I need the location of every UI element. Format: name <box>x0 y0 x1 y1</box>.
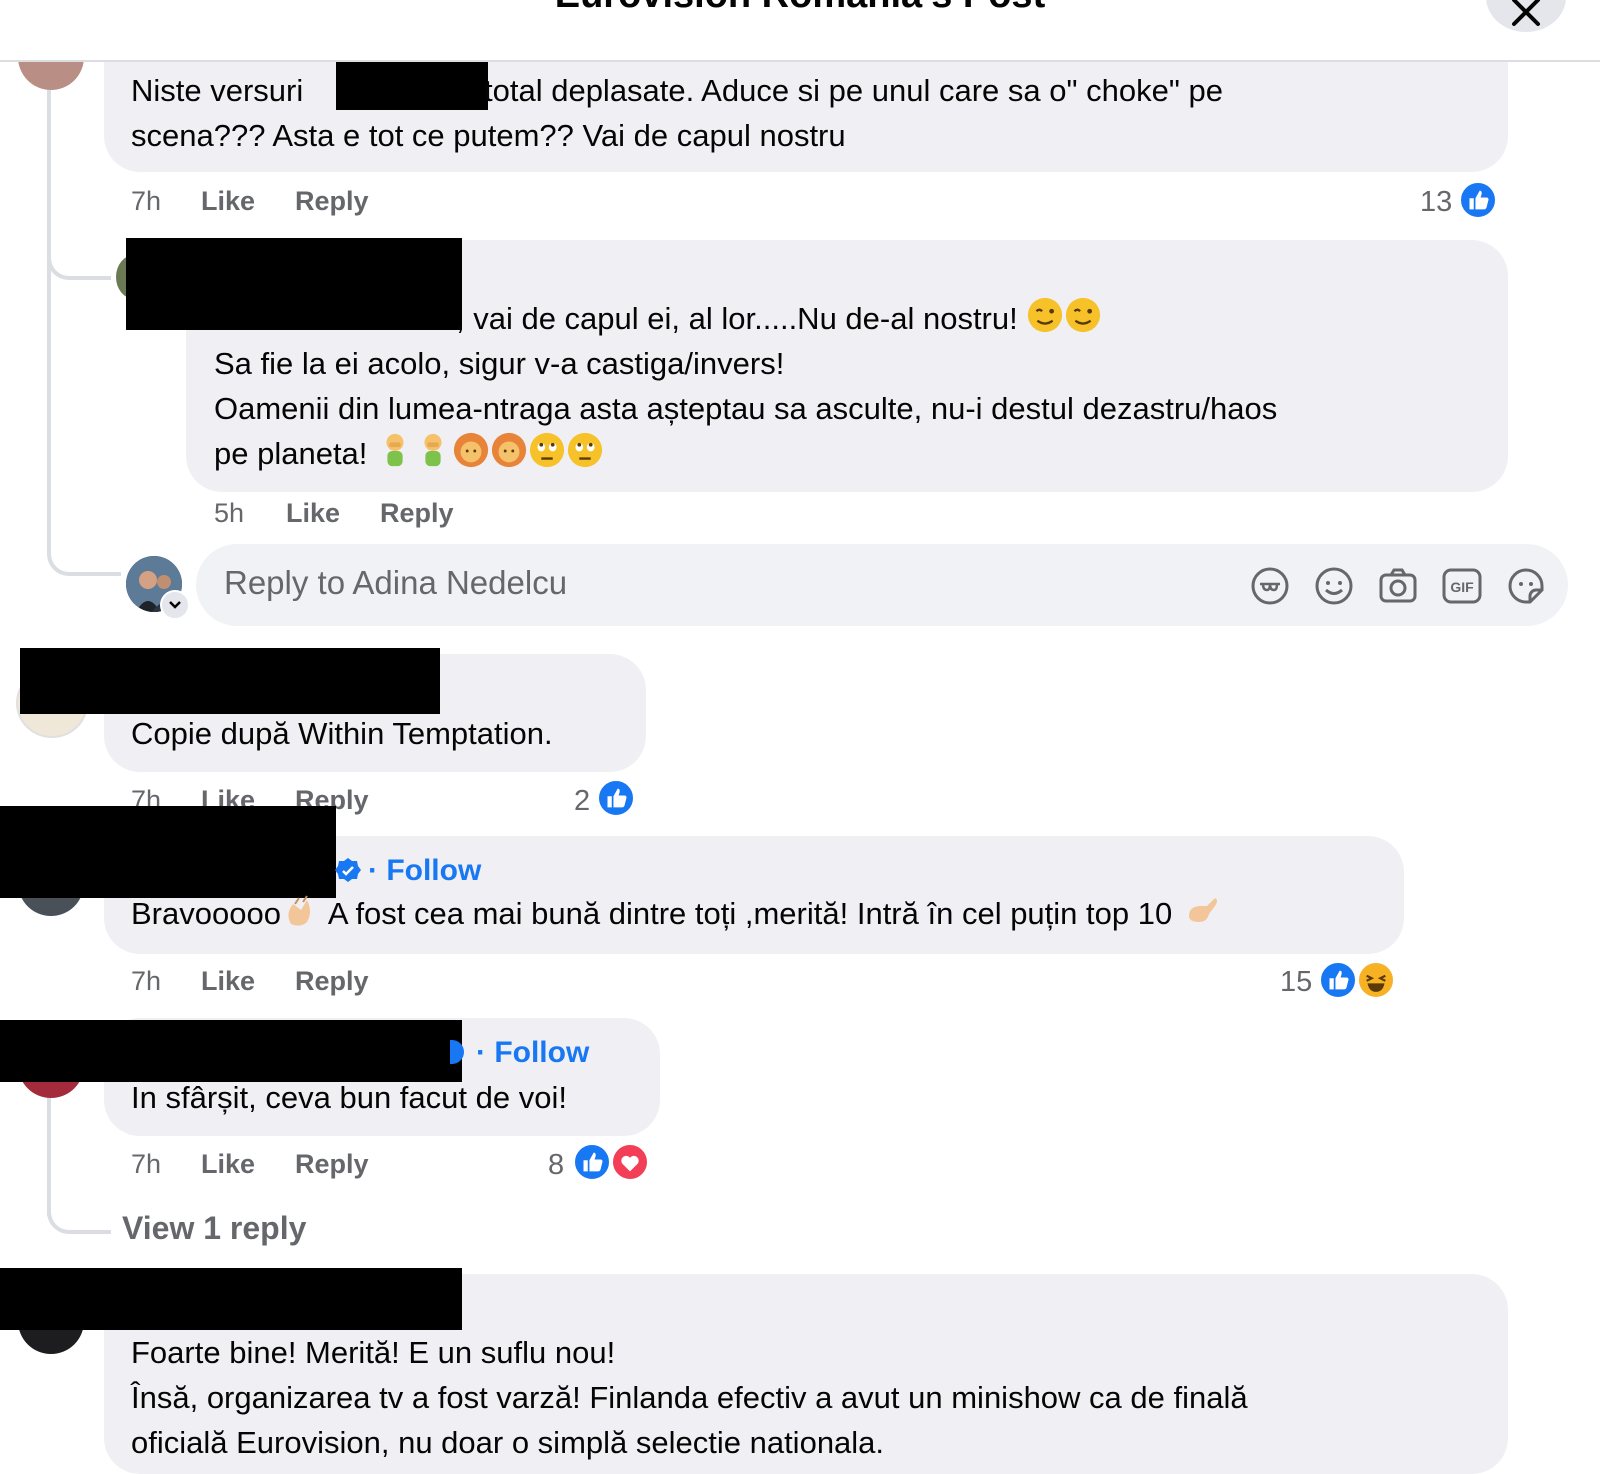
like-button[interactable]: Like <box>201 966 255 997</box>
comment-text-line: pe planeta! <box>214 436 368 472</box>
reaction-count[interactable]: 13 <box>1420 186 1452 219</box>
comment-time: 7h <box>131 186 162 216</box>
thread-connector <box>47 1170 111 1234</box>
post-title: Eurovision Romania's Post <box>0 0 1600 17</box>
like-icon <box>572 1142 612 1182</box>
face-palm-emoji-icon <box>376 431 414 481</box>
redacted-block <box>0 1268 462 1330</box>
person-gesturing-emoji-icon <box>452 431 490 481</box>
reaction-count[interactable]: 8 <box>548 1149 564 1182</box>
comment-text: In sfârșit, ceva bun facut de voi! <box>131 1080 567 1115</box>
post-header: Eurovision Romania's Post <box>0 0 1600 62</box>
comment-text-line: A fost cea mai bună dintre toți ,merită!… <box>327 896 1173 932</box>
clapping-hands-emoji-icon <box>281 890 321 942</box>
close-icon <box>1512 0 1540 26</box>
love-icon <box>610 1142 650 1182</box>
camera-icon[interactable] <box>1376 564 1420 608</box>
comment-time: 7h <box>131 1149 162 1179</box>
chevron-down-icon[interactable] <box>160 590 190 620</box>
sticker-icon[interactable] <box>1504 564 1548 608</box>
eye-roll-emoji-icon <box>528 431 566 481</box>
comment-time: 5h <box>214 498 245 528</box>
like-icon <box>1318 960 1358 1000</box>
verified-badge-icon <box>334 857 362 890</box>
reply-button[interactable]: Reply <box>380 498 454 529</box>
thread-connector <box>47 200 111 280</box>
person-gesturing-emoji-icon <box>490 431 528 481</box>
wink-emoji-icon <box>1026 296 1064 346</box>
comment-text: Copie după Within Temptation. <box>131 716 553 751</box>
reaction-count[interactable]: 15 <box>1280 966 1312 999</box>
comment-time: 7h <box>131 966 162 996</box>
gif-icon[interactable]: GIF <box>1440 564 1484 608</box>
reply-input[interactable]: Reply to Adina Nedelcu GIF <box>196 544 1568 626</box>
comment-text: Bravooooo A fost cea mai bună dintre toț… <box>131 890 1221 942</box>
reply-button[interactable]: Reply <box>295 186 369 217</box>
like-icon <box>1458 180 1498 220</box>
comment-text: Oamenii din lumea-ntraga asta așteptau s… <box>214 391 1278 426</box>
comment-text: total deplasate. Aduce si pe unul care s… <box>484 73 1223 108</box>
comment-text: oficială Eurovision, nu doar o simplă se… <box>131 1425 885 1460</box>
haha-icon <box>1356 960 1396 1000</box>
follow-button[interactable]: · Follow <box>368 854 481 888</box>
redacted-block <box>20 648 440 714</box>
comment-text: Foarte bine! Merită! E un suflu nou! <box>131 1335 616 1370</box>
like-button[interactable]: Like <box>201 186 255 217</box>
comment-text: Sa fie la ei acolo, sigur v-a castiga/in… <box>214 346 785 381</box>
like-button[interactable]: Like <box>286 498 340 529</box>
thread-connector <box>47 276 121 576</box>
comment-text: Niste versuri <box>131 73 304 108</box>
redacted-block <box>0 1020 462 1082</box>
face-palm-emoji-icon <box>414 431 452 481</box>
comment-text: pe planeta! <box>214 431 604 481</box>
comment-text: Însă, organizarea tv a fost varză! Finla… <box>131 1380 1248 1415</box>
comment-text-line: Bravooooo <box>131 896 281 932</box>
view-replies-link[interactable]: View 1 reply <box>122 1210 306 1247</box>
eye-roll-emoji-icon <box>566 431 604 481</box>
reaction-count[interactable]: 2 <box>574 785 590 818</box>
comment-text: , vai de capul ei, al lor.....Nu de-al n… <box>456 296 1102 346</box>
redacted-block <box>126 238 462 330</box>
avatar-sticker-icon[interactable] <box>1248 564 1292 608</box>
redacted-block <box>0 806 336 898</box>
svg-text:GIF: GIF <box>1450 579 1474 595</box>
like-button[interactable]: Like <box>201 1149 255 1180</box>
reply-button[interactable]: Reply <box>295 966 369 997</box>
emoji-icon[interactable] <box>1312 564 1356 608</box>
comment-text-line: , vai de capul ei, al lor.....Nu de-al n… <box>456 301 1018 337</box>
call-me-hand-emoji-icon <box>1181 890 1221 942</box>
wink-emoji-icon <box>1064 296 1102 346</box>
reply-button[interactable]: Reply <box>295 1149 369 1180</box>
follow-button[interactable]: · Follow <box>476 1036 589 1070</box>
reply-input-placeholder: Reply to Adina Nedelcu <box>224 564 568 601</box>
like-icon <box>596 778 636 818</box>
comment-text: scena??? Asta e tot ce putem?? Vai de ca… <box>131 118 846 153</box>
close-button[interactable] <box>1486 0 1566 32</box>
redacted-block <box>336 60 488 110</box>
